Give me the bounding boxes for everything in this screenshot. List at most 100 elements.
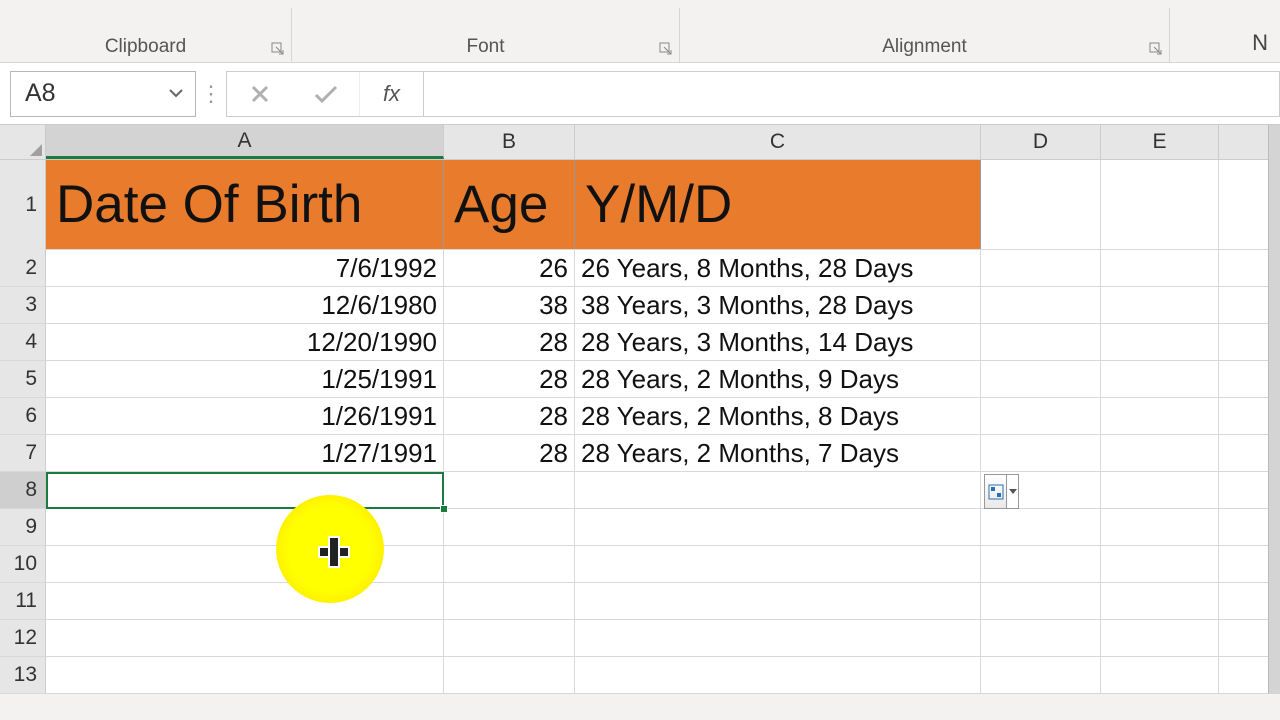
cell[interactable]: 38 (444, 287, 575, 323)
cell[interactable] (46, 620, 444, 656)
cell[interactable]: 26 Years, 8 Months, 28 Days (575, 250, 981, 286)
cell[interactable]: 28 Years, 3 Months, 14 Days (575, 324, 981, 360)
cell[interactable] (981, 435, 1101, 471)
cell[interactable] (1101, 250, 1219, 286)
cell[interactable] (1101, 657, 1219, 693)
row-header[interactable]: 7 (0, 435, 46, 471)
row-header[interactable]: 12 (0, 620, 46, 656)
cell[interactable]: 1/27/1991 (46, 435, 444, 471)
column-header-C[interactable]: C (575, 125, 981, 159)
cell[interactable] (444, 583, 575, 619)
vertical-scrollbar[interactable] (1268, 125, 1280, 694)
cell[interactable] (46, 657, 444, 693)
row-header[interactable]: 1 (0, 160, 46, 250)
cell[interactable] (46, 546, 444, 582)
cell[interactable] (981, 398, 1101, 434)
cell[interactable] (575, 620, 981, 656)
name-box[interactable]: A8 (10, 71, 196, 117)
cell[interactable] (981, 546, 1101, 582)
row-header[interactable]: 9 (0, 509, 46, 545)
cell-header-C[interactable]: Y/M/D (575, 160, 981, 249)
cell[interactable] (575, 546, 981, 582)
cell[interactable] (981, 509, 1101, 545)
dialog-launcher-icon[interactable] (659, 42, 673, 56)
cell[interactable] (981, 620, 1101, 656)
enter-button[interactable] (293, 72, 359, 116)
row-header[interactable]: 13 (0, 657, 46, 693)
cell[interactable] (1101, 546, 1219, 582)
cell-header-A[interactable]: Date Of Birth (46, 160, 444, 249)
cell[interactable] (444, 509, 575, 545)
cell-active[interactable] (46, 472, 444, 508)
cancel-button[interactable] (227, 72, 293, 116)
cell[interactable] (575, 657, 981, 693)
cell[interactable] (981, 583, 1101, 619)
cell[interactable] (981, 361, 1101, 397)
row-header[interactable]: 10 (0, 546, 46, 582)
cell[interactable]: 28 Years, 2 Months, 9 Days (575, 361, 981, 397)
table-row: 13 (0, 657, 1280, 694)
cell[interactable] (1101, 509, 1219, 545)
fx-icon[interactable]: fx (359, 72, 423, 116)
cell[interactable] (1101, 287, 1219, 323)
row-header[interactable]: 5 (0, 361, 46, 397)
cell[interactable] (981, 160, 1101, 249)
cell[interactable] (1101, 160, 1219, 249)
cell[interactable] (981, 324, 1101, 360)
cell[interactable]: 28 Years, 2 Months, 8 Days (575, 398, 981, 434)
cell[interactable] (444, 657, 575, 693)
cell[interactable]: 12/20/1990 (46, 324, 444, 360)
row-header[interactable]: 3 (0, 287, 46, 323)
cell[interactable] (1101, 472, 1219, 508)
fill-handle[interactable] (440, 505, 448, 513)
chevron-down-icon[interactable] (165, 79, 187, 108)
column-header-D[interactable]: D (981, 125, 1101, 159)
row-header[interactable]: 8 (0, 472, 46, 508)
cell[interactable] (46, 509, 444, 545)
cell[interactable]: 7/6/1992 (46, 250, 444, 286)
cell[interactable] (46, 583, 444, 619)
cell[interactable] (1101, 583, 1219, 619)
cell[interactable] (981, 287, 1101, 323)
table-row: 2 7/6/1992 26 26 Years, 8 Months, 28 Day… (0, 250, 1280, 287)
cell[interactable] (444, 546, 575, 582)
cell[interactable] (444, 472, 575, 508)
ribbon-group-label: Alignment (882, 36, 967, 58)
cell[interactable]: 1/26/1991 (46, 398, 444, 434)
cell[interactable] (1101, 435, 1219, 471)
cell[interactable]: 1/25/1991 (46, 361, 444, 397)
cell[interactable]: 12/6/1980 (46, 287, 444, 323)
cell[interactable] (981, 250, 1101, 286)
column-header-E[interactable]: E (1101, 125, 1219, 159)
row-header[interactable]: 11 (0, 583, 46, 619)
cell[interactable] (575, 472, 981, 508)
formula-input[interactable] (424, 71, 1280, 117)
cell[interactable] (575, 583, 981, 619)
cell-header-B[interactable]: Age (444, 160, 575, 249)
cell[interactable] (444, 620, 575, 656)
row-header[interactable]: 4 (0, 324, 46, 360)
cell[interactable]: 28 (444, 435, 575, 471)
column-header-A[interactable]: A (46, 125, 444, 159)
row-header[interactable]: 2 (0, 250, 46, 286)
cell[interactable]: 28 Years, 2 Months, 7 Days (575, 435, 981, 471)
dialog-launcher-icon[interactable] (271, 42, 285, 56)
cell[interactable]: 28 (444, 324, 575, 360)
select-all-button[interactable] (0, 125, 46, 159)
cell[interactable] (1101, 398, 1219, 434)
dialog-launcher-icon[interactable] (1149, 42, 1163, 56)
cell[interactable] (1101, 324, 1219, 360)
column-header-B[interactable]: B (444, 125, 575, 159)
cell[interactable]: 28 (444, 398, 575, 434)
grid-body[interactable]: 1 Date Of Birth Age Y/M/D 2 7/6/1992 26 … (0, 160, 1280, 694)
cell[interactable]: 38 Years, 3 Months, 28 Days (575, 287, 981, 323)
cell[interactable] (1101, 361, 1219, 397)
cell[interactable] (575, 509, 981, 545)
cell[interactable]: 26 (444, 250, 575, 286)
grip-icon: ⋮ (196, 71, 226, 117)
row-header[interactable]: 6 (0, 398, 46, 434)
cell[interactable]: 28 (444, 361, 575, 397)
cell[interactable] (1101, 620, 1219, 656)
cell[interactable] (981, 657, 1101, 693)
autofill-options-button[interactable] (984, 474, 1019, 509)
